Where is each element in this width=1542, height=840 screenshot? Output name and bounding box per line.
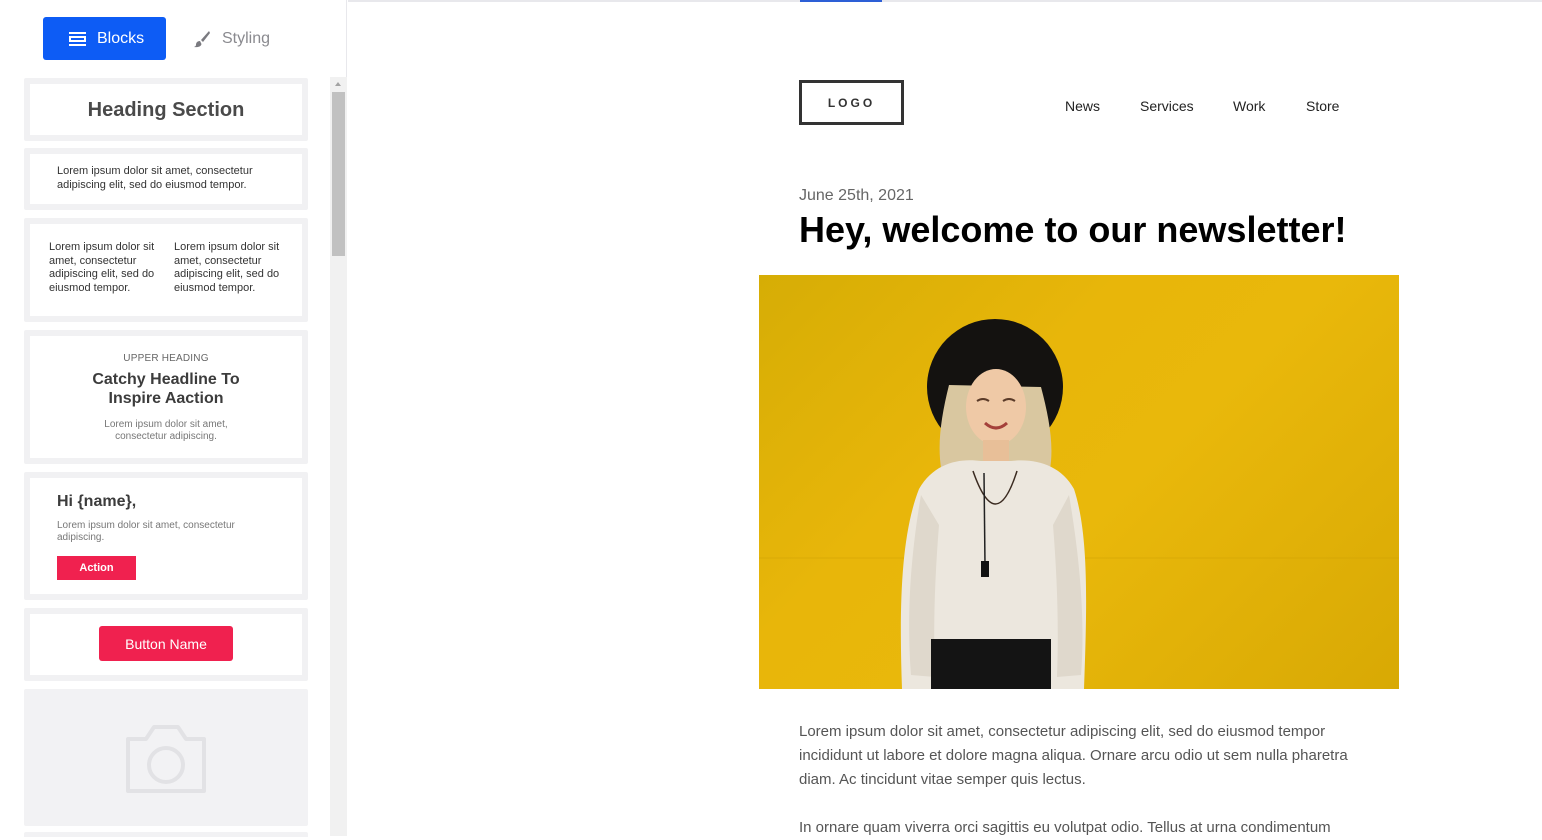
brush-icon: [194, 30, 210, 47]
hero-headline: Catchy Headline To Inspire Aaction: [92, 371, 240, 407]
canvas-top-border: [348, 0, 1542, 2]
camera-icon: [126, 725, 206, 793]
nav-link-store[interactable]: Store: [1306, 98, 1339, 114]
blocks-sidebar: Blocks Styling Heading Section Lorem ips…: [0, 0, 347, 837]
two-column-right-preview: Lorem ipsum dolor sit amet, consectetur …: [174, 241, 280, 294]
greeting-action-block[interactable]: Hi {name}, Lorem ipsum dolor sit amet, c…: [24, 472, 308, 600]
sidebar-scrollbar[interactable]: [330, 77, 347, 836]
tab-styling-label: Styling: [222, 29, 271, 47]
email-canvas: LOGO News Services Work Store June 25th,…: [348, 0, 1542, 836]
tab-styling[interactable]: Styling: [192, 17, 302, 60]
hero-headline-block[interactable]: UPPER HEADING Catchy Headline To Inspire…: [24, 330, 308, 464]
body-paragraph[interactable]: Lorem ipsum dolor sit amet, consectetur …: [799, 720, 1359, 792]
scroll-thumb[interactable]: [332, 92, 345, 256]
greeting-subtext: Lorem ipsum dolor sit amet, consectetur …: [57, 520, 235, 543]
body-paragraph[interactable]: In ornare quam viverra orci sagittis eu …: [799, 816, 1359, 840]
scroll-up-arrow-icon[interactable]: [330, 77, 347, 91]
action-button-preview: Action: [57, 556, 136, 580]
next-block[interactable]: [24, 832, 308, 837]
hero-upper-heading: UPPER HEADING: [123, 353, 209, 364]
nav-link-news[interactable]: News: [1065, 98, 1100, 114]
two-column-text-block[interactable]: Lorem ipsum dolor sit amet, consectetur …: [24, 218, 308, 322]
block-list: Heading Section Lorem ipsum dolor sit am…: [24, 77, 308, 837]
tab-blocks[interactable]: Blocks: [43, 17, 166, 60]
hero-subtext: Lorem ipsum dolor sit amet, consectetur …: [104, 419, 228, 442]
nav-link-services[interactable]: Services: [1140, 98, 1194, 114]
tab-blocks-label: Blocks: [97, 29, 145, 47]
button-block[interactable]: Button Name: [24, 608, 308, 681]
heading-section-block[interactable]: Heading Section: [24, 78, 308, 141]
newsletter-title[interactable]: Hey, welcome to our newsletter!: [799, 209, 1346, 251]
nav-link-work[interactable]: Work: [1233, 98, 1265, 114]
canvas-active-indicator: [800, 0, 882, 2]
blocks-icon: [69, 31, 86, 46]
newsletter-nav: News Services Work Store: [348, 98, 1542, 118]
button-name-preview: Button Name: [99, 626, 233, 661]
two-column-left-preview: Lorem ipsum dolor sit amet, consectetur …: [49, 241, 155, 294]
woman-portrait-illustration: [759, 319, 1399, 689]
image-block[interactable]: [24, 689, 308, 826]
sidebar-tabs: Blocks Styling: [0, 0, 347, 76]
heading-block-label: Heading Section: [87, 99, 245, 121]
greeting-text: Hi {name},: [57, 493, 137, 510]
hero-photo[interactable]: [759, 275, 1399, 689]
text-block-preview: Lorem ipsum dolor sit amet, consectetur …: [57, 165, 253, 191]
text-block[interactable]: Lorem ipsum dolor sit amet, consectetur …: [24, 148, 308, 210]
newsletter-date[interactable]: June 25th, 2021: [799, 187, 914, 205]
